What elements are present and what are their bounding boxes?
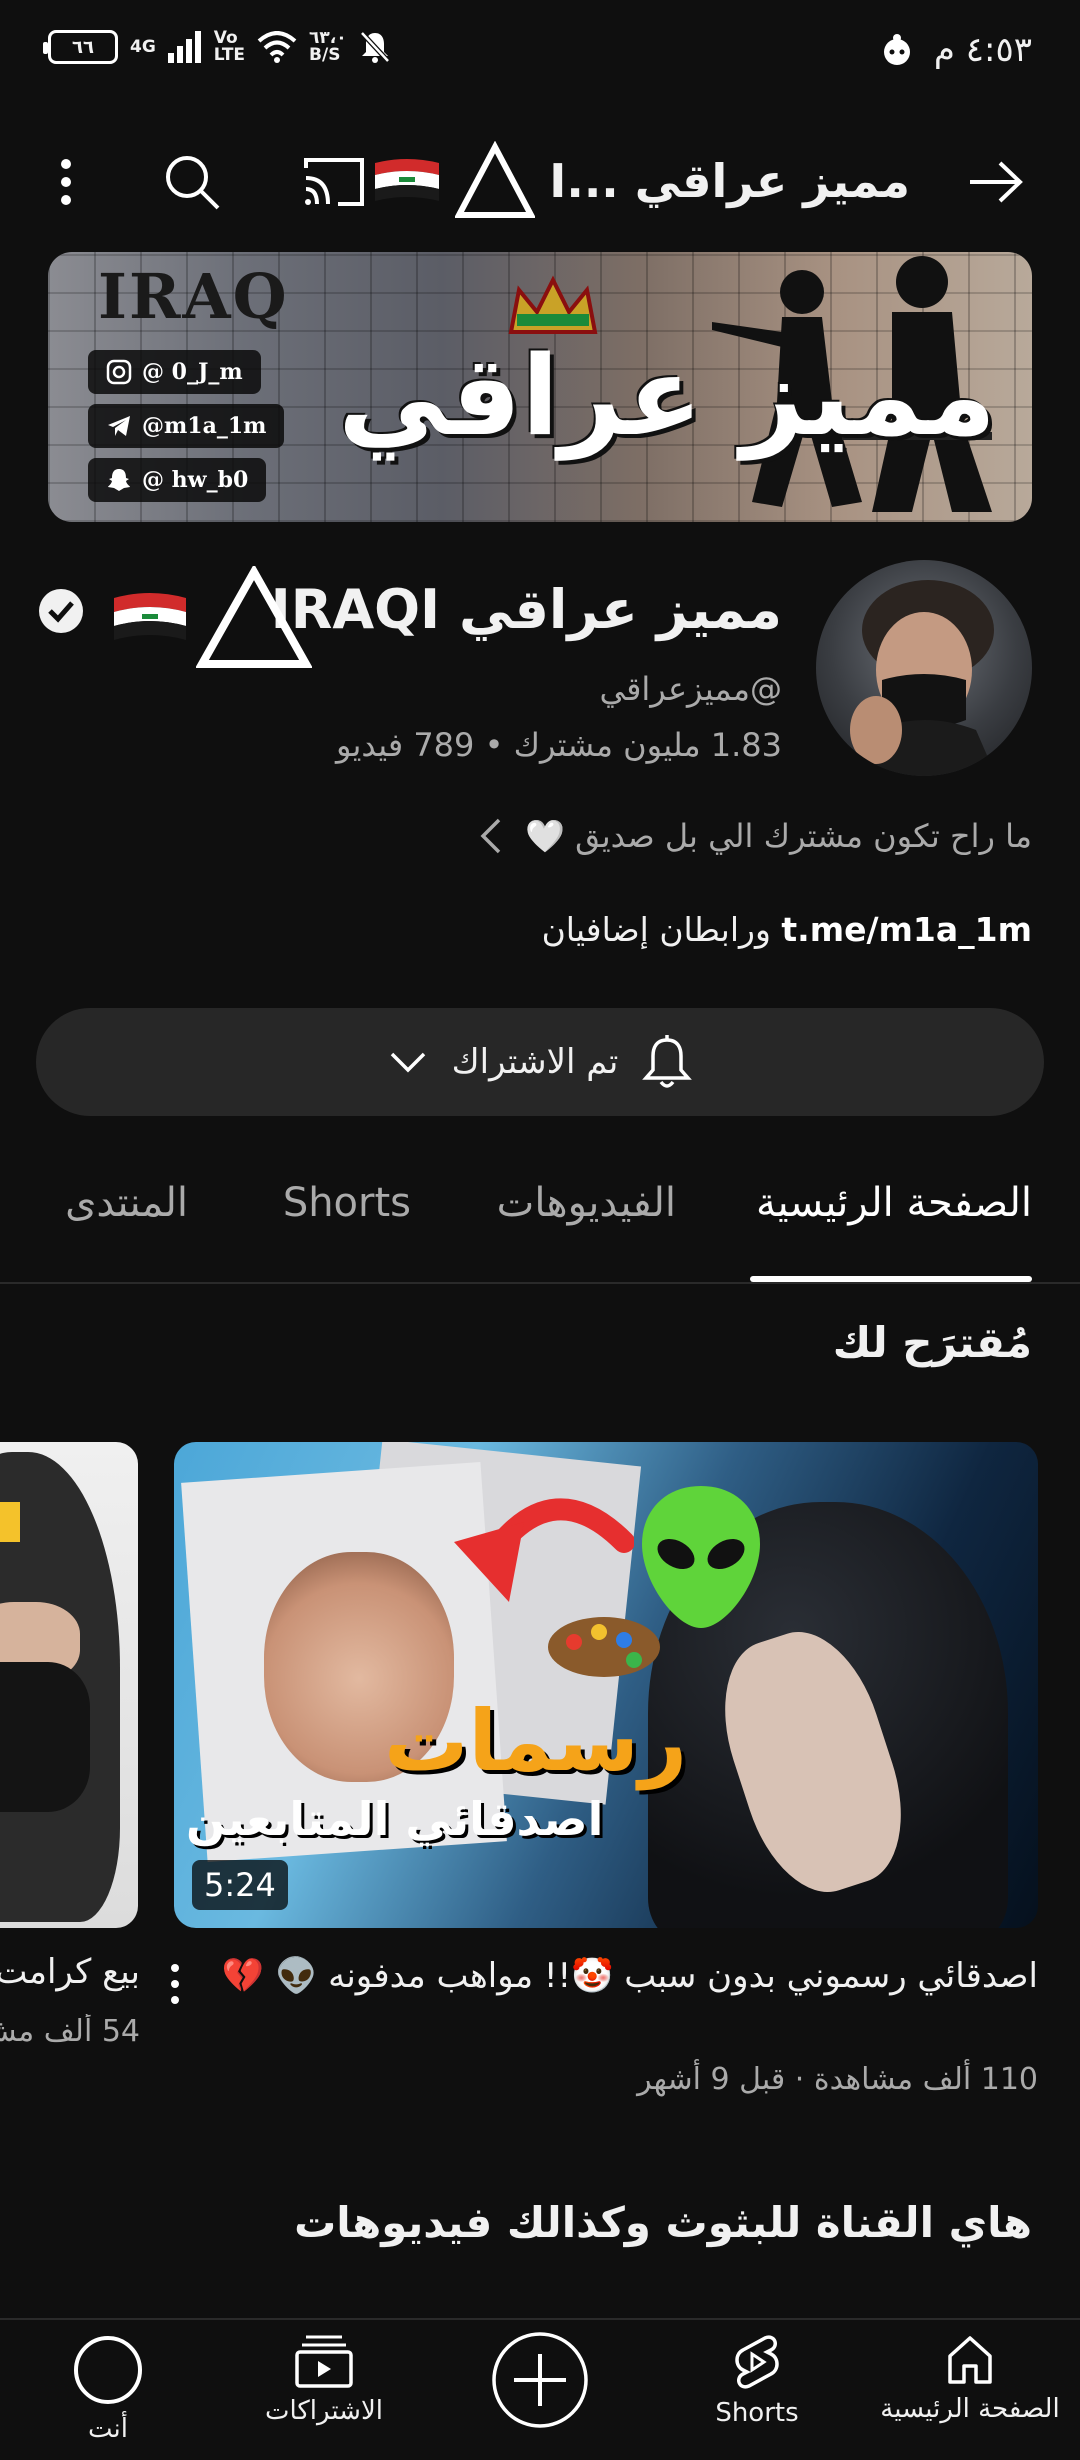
triangle-icon (196, 566, 312, 668)
nav-subscriptions-label: الاشتراكات (264, 2396, 384, 2426)
video-title-2[interactable]: بيع كرامت (0, 1952, 140, 1992)
section-title-channel-info: هاي القناة للبثوث وكذالك فيديوهات (294, 2198, 1032, 2247)
video-thumbnail-2[interactable] (0, 1442, 138, 1928)
home-icon (948, 2336, 992, 2384)
nav-subscriptions[interactable]: الاشتراكات (224, 2334, 424, 2426)
kebab-menu-icon (171, 1964, 179, 2004)
status-bar: ٦٦ 4G Vo LTE ٦٣،٠ B/S ٤:٥٣ م (0, 0, 1080, 110)
verified-badge-icon (39, 589, 83, 633)
channel-handle: @مميزعراقي (599, 670, 782, 708)
channel-name-emoji (112, 566, 312, 670)
clock: ٤:٥٣ م (933, 30, 1032, 70)
profile-avatar-icon (74, 2336, 142, 2404)
signal-icon (167, 31, 201, 63)
channel-avatar[interactable] (816, 560, 1032, 776)
instagram-icon (106, 359, 132, 385)
banner-tag-label: @m1a_1m (142, 413, 267, 439)
thumb2-accent (0, 1502, 20, 1542)
iraq-flag-icon (114, 593, 186, 640)
nav-shorts[interactable]: Shorts (657, 2334, 857, 2428)
tab-home[interactable]: الصفحة الرئيسية (756, 1180, 1032, 1226)
notification-app-icon (883, 34, 910, 65)
search-button[interactable] (160, 150, 224, 214)
section-title-suggested: مُقترَح لك (832, 1318, 1032, 1367)
mute-bell-icon (359, 31, 390, 63)
channel-stats: 1.83 مليون مشترك • 789 فيديو (335, 726, 782, 764)
status-icons-right: ٤:٥٣ م (880, 30, 1032, 70)
volte-indicator: Vo LTE (214, 30, 245, 64)
palette-icon (548, 1617, 660, 1677)
tab-community[interactable]: المنتدى (65, 1180, 188, 1226)
banner-tag-snapchat: @ hw_b0 (88, 458, 267, 502)
alien-emoji-icon (642, 1486, 760, 1628)
top-bar-title: مميز عراقي ...I (549, 154, 910, 208)
search-icon (166, 156, 220, 210)
channel-link[interactable]: t.me/m1a_1m (781, 910, 1032, 949)
banner-tag-instagram: @ 0_J_m (88, 350, 261, 394)
video-duration-badge: 5:24 (192, 1860, 288, 1910)
iraq-flag-icon (375, 159, 440, 201)
triangle-icon (455, 141, 536, 218)
chevron-left-icon (480, 818, 501, 854)
more-options-button[interactable] (34, 150, 98, 214)
wifi-icon (257, 31, 297, 63)
video-meta-2: 54 ألف مش (0, 2014, 140, 2049)
subscribed-button[interactable]: تم الاشتراك (36, 1008, 1044, 1116)
bell-icon (642, 1035, 693, 1088)
top-app-bar: مميز عراقي ...I (0, 120, 1080, 240)
arrow-forward-icon (970, 161, 1023, 203)
video-more-button[interactable] (160, 1960, 190, 2010)
thumb2-mask (0, 1662, 90, 1812)
snapchat-icon (108, 469, 130, 491)
volte-bottom: LTE (213, 45, 246, 65)
banner-title: مميز عراقي (338, 332, 997, 460)
thumb-text-main: رسمات (384, 1692, 688, 1790)
chevron-down-icon (390, 1052, 425, 1073)
nav-home[interactable]: الصفحة الرئيسية (870, 2334, 1070, 2424)
network-type: 4G (130, 36, 156, 57)
banner-tag-label: @ 0_J_m (142, 359, 243, 385)
channel-links[interactable]: t.me/m1a_1m ورابطان إضافيان (542, 910, 1032, 949)
battery-icon: ٦٦ (43, 30, 118, 64)
channel-link-suffix: ورابطان إضافيان (541, 910, 782, 949)
active-tab-indicator (750, 1276, 1032, 1282)
tab-shorts[interactable]: Shorts (283, 1180, 411, 1226)
net-speed-unit: B/S (309, 45, 341, 65)
subscriptions-icon (295, 2335, 353, 2388)
video-thumbnail[interactable]: رسمات اصدقائي المتابعين 5:24 (174, 1442, 1038, 1928)
video-meta: 110 ألف مشاهدة · قبل 9 أشهر (637, 2062, 1038, 2097)
bottom-navigation: الصفحة الرئيسية Shorts الاشتراكات أنت (0, 2318, 1080, 2460)
channel-title-bar: مميز عراقي ...I (373, 141, 910, 218)
banner-tag-label: @ hw_b0 (142, 467, 249, 493)
banner-raq-text: IRAQ (98, 260, 289, 333)
channel-description[interactable]: ما راح تكون مشترك الي بل صديق 🤍 (479, 808, 1032, 864)
nav-create[interactable] (440, 2330, 640, 2430)
red-arrow-icon (454, 1498, 634, 1602)
nav-shorts-label: Shorts (715, 2398, 799, 2428)
cast-button[interactable] (302, 150, 366, 214)
channel-banner: IRAQ مميز عراقي @ 0_J_m @m1a_1m @ hw_b0 (48, 252, 1032, 522)
nav-you-label: أنت (88, 2414, 128, 2444)
banner-tag-telegram: @m1a_1m (88, 404, 285, 448)
shorts-icon (735, 2335, 779, 2389)
telegram-icon (108, 416, 130, 436)
channel-tabs: الصفحة الرئيسية الفيديوهات Shorts المنتد… (0, 1160, 1080, 1284)
channel-header: مميز عراقي IRAQI @مميزعراقي 1.83 مليون م… (0, 560, 1080, 790)
video-title[interactable]: اصدقائي رسموني بدون سبب 🤡!! مواهب مدفونه… (198, 1952, 1038, 2000)
nav-home-label: الصفحة الرئيسية (880, 2394, 1060, 2424)
status-icons-left: ٦٦ 4G Vo LTE ٦٣،٠ B/S (43, 30, 391, 64)
description-text: ما راح تكون مشترك الي بل صديق 🤍 (525, 817, 1032, 855)
channel-name: مميز عراقي IRAQI (270, 578, 782, 641)
net-speed: ٦٣،٠ B/S (309, 30, 347, 64)
back-button[interactable] (964, 150, 1028, 214)
cast-icon (304, 158, 364, 206)
avatar-portrait (850, 580, 996, 776)
kebab-menu-icon (61, 159, 71, 205)
battery-level: ٦٦ (72, 36, 94, 58)
thumb-text-sub: اصدقائي المتابعين (186, 1792, 604, 1846)
tab-videos[interactable]: الفيديوهات (497, 1180, 676, 1226)
subscribed-label: تم الاشتراك (451, 1042, 619, 1082)
create-plus-icon (492, 2332, 588, 2428)
nav-you[interactable]: أنت (8, 2334, 208, 2444)
